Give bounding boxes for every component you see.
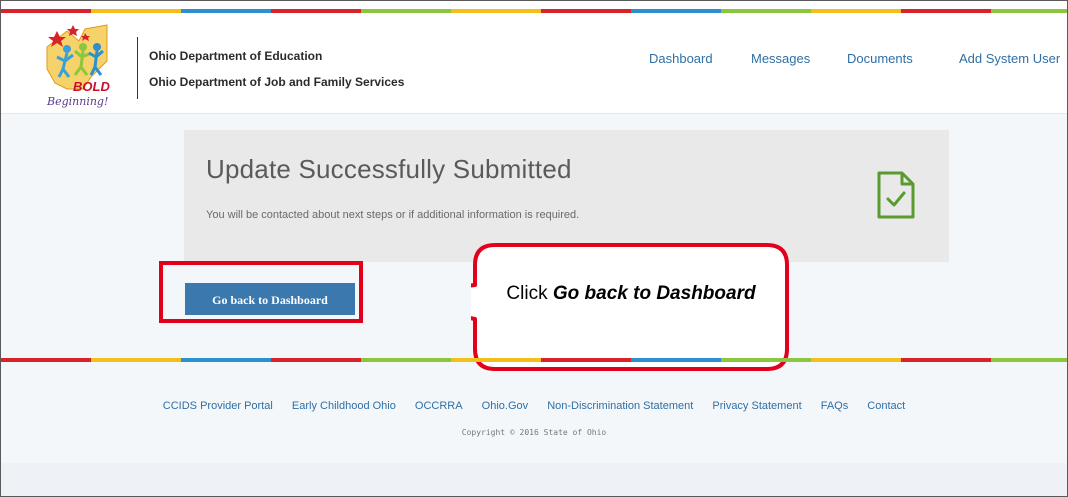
callout-emphasis: Go back to Dashboard xyxy=(552,283,756,304)
document-check-icon xyxy=(876,170,916,220)
logo-graphic: BOLD Beginning! xyxy=(46,24,110,108)
footer-color-stripe xyxy=(1,358,1067,362)
nav-documents[interactable]: Documents xyxy=(847,51,913,66)
footer-link-occrra[interactable]: OCCRRA xyxy=(415,400,463,412)
footer-link-ohio-gov[interactable]: Ohio.Gov xyxy=(482,400,528,412)
header-color-stripe xyxy=(1,9,1067,13)
org-name-education: Ohio Department of Education xyxy=(149,49,323,63)
page-title: Update Successfully Submitted xyxy=(206,154,572,184)
footer-link-ccids-provider-portal[interactable]: CCIDS Provider Portal xyxy=(163,400,273,412)
footer-link-early-childhood-ohio[interactable]: Early Childhood Ohio xyxy=(292,400,396,412)
callout-text: Click Go back to Dashboard xyxy=(471,281,791,306)
footer-link-faqs[interactable]: FAQs xyxy=(821,400,849,412)
footer-link-non-discrimination[interactable]: Non-Discrimination Statement xyxy=(547,400,693,412)
footer-links: CCIDS Provider Portal Early Childhood Oh… xyxy=(1,400,1067,412)
go-back-to-dashboard-button[interactable]: Go back to Dashboard xyxy=(185,283,355,315)
callout-prefix: Click xyxy=(506,283,553,304)
success-message: You will be contacted about next steps o… xyxy=(206,209,580,221)
instruction-callout: Click Go back to Dashboard xyxy=(471,241,791,373)
nav-add-system-user[interactable]: Add System User xyxy=(959,51,1060,66)
copyright-text: Copyright © 2016 State of Ohio xyxy=(461,428,607,437)
nav-messages[interactable]: Messages xyxy=(751,51,810,66)
svg-text:BOLD: BOLD xyxy=(73,79,110,94)
footer-link-contact[interactable]: Contact xyxy=(867,400,905,412)
browser-page: BOLD Beginning! Ohio Department of Educa… xyxy=(0,0,1068,497)
callout-bubble xyxy=(471,243,789,371)
bottom-band xyxy=(1,463,1067,496)
org-name-jfs: Ohio Department of Job and Family Servic… xyxy=(149,75,405,89)
bold-beginning-logo[interactable]: BOLD Beginning! xyxy=(37,17,127,117)
site-header: BOLD Beginning! Ohio Department of Educa… xyxy=(1,1,1067,114)
svg-text:Beginning!: Beginning! xyxy=(46,95,108,108)
footer-link-privacy-statement[interactable]: Privacy Statement xyxy=(712,400,801,412)
organization-names: Ohio Department of Education Ohio Depart… xyxy=(149,43,404,95)
header-divider xyxy=(137,37,138,99)
nav-dashboard[interactable]: Dashboard xyxy=(649,51,713,66)
